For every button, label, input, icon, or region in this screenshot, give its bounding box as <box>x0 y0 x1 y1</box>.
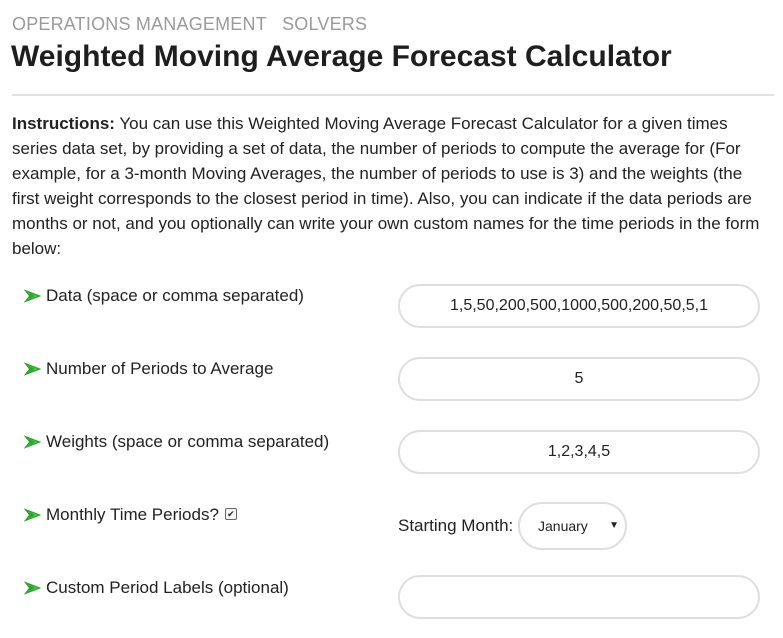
monthly-row: Monthly Time Periods? ✔ Starting Month: … <box>0 502 783 565</box>
custom-labels-label: Custom Period Labels (optional) <box>46 578 289 597</box>
data-input[interactable]: 1,5,50,200,500,1000,500,200,50,5,1 <box>398 284 760 328</box>
instructions-text: Instructions: You can use this Weighted … <box>12 111 774 261</box>
starting-month-select[interactable]: January ▼ <box>518 502 627 550</box>
weights-row: Weights (space or comma separated) 1,2,3… <box>0 430 783 492</box>
instructions-body: You can use this Weighted Moving Average… <box>12 114 760 258</box>
weights-input[interactable]: 1,2,3,4,5 <box>398 430 760 474</box>
periods-label-container: Number of Periods to Average <box>24 359 273 379</box>
instructions-label: Instructions: <box>12 114 115 133</box>
dropdown-caret-icon: ▼ <box>609 520 619 531</box>
green-arrow-icon <box>24 435 41 449</box>
green-arrow-icon <box>24 508 41 522</box>
page: OPERATIONS MANAGEMENT SOLVERS Weighted M… <box>0 0 783 636</box>
breadcrumb-item-solvers[interactable]: SOLVERS <box>282 14 367 34</box>
custom-labels-label-container: Custom Period Labels (optional) <box>24 578 289 598</box>
periods-input[interactable]: 5 <box>398 357 760 401</box>
data-label: Data (space or comma separated) <box>46 286 304 305</box>
custom-labels-row: Custom Period Labels (optional) <box>0 575 783 638</box>
green-arrow-icon <box>24 362 41 376</box>
monthly-label: Monthly Time Periods? <box>46 505 219 524</box>
starting-month-label: Starting Month: <box>398 516 514 535</box>
page-title: Weighted Moving Average Forecast Calcula… <box>11 40 672 73</box>
periods-label: Number of Periods to Average <box>46 359 274 378</box>
weights-label: Weights (space or comma separated) <box>46 432 330 451</box>
green-arrow-icon <box>24 581 41 595</box>
periods-row: Number of Periods to Average 5 <box>0 357 783 419</box>
weights-label-container: Weights (space or comma separated) <box>24 432 329 452</box>
breadcrumb-item-operations-management[interactable]: OPERATIONS MANAGEMENT <box>12 14 267 34</box>
monthly-checkbox[interactable]: ✔ <box>224 508 237 520</box>
monthly-label-container: Monthly Time Periods? ✔ <box>24 505 237 525</box>
divider <box>12 94 774 96</box>
starting-month-value: January <box>538 518 588 534</box>
breadcrumb: OPERATIONS MANAGEMENT SOLVERS <box>12 14 377 35</box>
data-label-container: Data (space or comma separated) <box>24 286 304 306</box>
custom-labels-input[interactable] <box>398 575 760 619</box>
data-row: Data (space or comma separated) 1,5,50,2… <box>0 284 783 346</box>
green-arrow-icon <box>24 289 41 303</box>
